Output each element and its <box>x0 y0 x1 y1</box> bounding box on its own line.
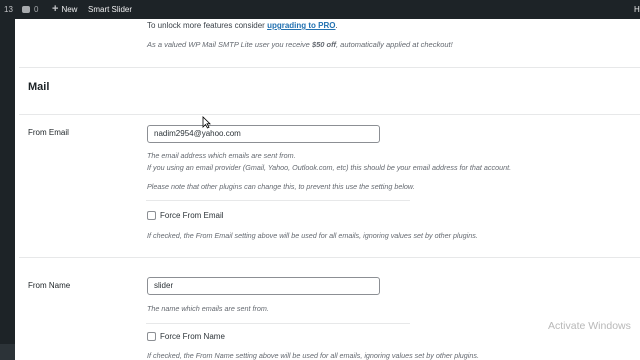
sidebar-collapse[interactable] <box>0 344 15 360</box>
smart-slider-menu[interactable]: Smart Slider <box>88 0 132 19</box>
field-divider <box>146 200 410 201</box>
discount-prefix: As a valued WP Mail SMTP Lite user you r… <box>147 40 312 49</box>
settings-content: To unlock more features consider upgradi… <box>15 19 640 360</box>
discount-suffix: , automatically applied at checkout! <box>335 40 453 49</box>
from-email-desc: The email address which emails are sent … <box>147 151 296 160</box>
new-label: New <box>61 5 78 14</box>
account-menu[interactable]: H <box>634 0 640 19</box>
field-divider <box>146 323 410 324</box>
upsell-text-prefix: To unlock more features consider <box>147 21 268 30</box>
force-from-email-desc: If checked, the From Email setting above… <box>147 231 478 240</box>
comments-menu[interactable]: 0 <box>22 0 38 19</box>
admin-sidebar <box>0 19 15 360</box>
from-name-desc: The name which emails are sent from. <box>147 304 269 313</box>
new-content-menu[interactable]: + New <box>52 0 77 19</box>
force-from-name-label[interactable]: Force From Name <box>160 332 225 341</box>
discount-amount: $50 off <box>311 40 336 49</box>
section-divider <box>19 67 640 68</box>
mail-section-title: Mail <box>28 81 50 93</box>
force-from-name-desc: If checked, the From Name setting above … <box>147 351 479 360</box>
discount-notice: As a valued WP Mail SMTP Lite user you r… <box>147 40 453 49</box>
mouse-cursor-icon <box>202 116 211 129</box>
force-from-email-checkbox[interactable] <box>147 211 156 220</box>
section-divider <box>19 114 640 115</box>
plus-icon: + <box>52 3 59 15</box>
upsell-notice: To unlock more features consider upgradi… <box>147 21 338 30</box>
admin-bar: 13 0 + New Smart Slider H <box>0 0 640 19</box>
force-from-email-label[interactable]: Force From Email <box>160 211 224 220</box>
comments-count: 0 <box>34 5 39 14</box>
from-name-input[interactable]: slider <box>147 277 380 295</box>
from-email-provider-desc: If you using an email provider (Gmail, Y… <box>147 163 512 172</box>
from-email-label: From Email <box>28 128 69 137</box>
activate-windows-watermark: Activate Windows <box>548 320 631 332</box>
upgrade-link[interactable]: upgrading to PRO <box>267 21 335 30</box>
comment-bubble-icon <box>22 6 30 13</box>
force-from-name-checkbox[interactable] <box>147 332 156 341</box>
from-email-input[interactable]: nadim2954@yahoo.com <box>147 125 380 143</box>
section-divider <box>19 257 640 258</box>
from-email-plugins-note: Please note that other plugins can chang… <box>147 182 415 191</box>
from-name-label: From Name <box>28 281 71 290</box>
upsell-text-suffix: . <box>335 21 338 30</box>
admin-bar-count[interactable]: 13 <box>4 0 13 19</box>
